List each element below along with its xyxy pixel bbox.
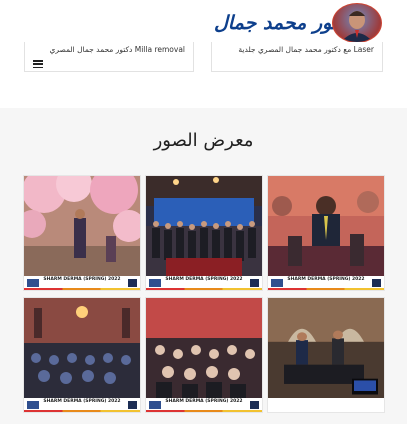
gallery-photo[interactable] bbox=[268, 298, 384, 412]
gallery-photo-caption-strip: SHARM DERMA (SPRING) 2022 bbox=[146, 276, 262, 290]
gallery-photo[interactable]: SHARM DERMA (SPRING) 2022 bbox=[24, 298, 140, 412]
gallery-photo-caption: SHARM DERMA (SPRING) 2022 bbox=[165, 277, 243, 282]
gallery-photo-caption: SHARM DERMA (SPRING) 2022 bbox=[287, 277, 365, 282]
post-card-title[interactable]: Laser مع دكتور محمد جمال المصري جلدية bbox=[238, 45, 374, 54]
gallery-photo-image bbox=[146, 298, 262, 398]
gallery-photo-image bbox=[146, 176, 262, 276]
caption-color-bar bbox=[24, 410, 140, 412]
post-cards: Milla removal دكتور محمد جمال المصري Las… bbox=[0, 42, 407, 78]
site-logo[interactable]: دكتور محمد جمال bbox=[214, 3, 382, 43]
caption-color-bar bbox=[24, 288, 140, 290]
menu-icon[interactable] bbox=[33, 60, 43, 69]
logo-avatar bbox=[332, 3, 382, 43]
sponsor-logo bbox=[128, 279, 137, 287]
gallery-photo-caption-strip: SHARM DERMA (SPRING) 2022 bbox=[268, 276, 384, 290]
post-card-title[interactable]: Milla removal دكتور محمد جمال المصري bbox=[49, 45, 185, 54]
gallery-photo[interactable]: SHARM DERMA (SPRING) 2022 bbox=[146, 176, 262, 290]
gallery-photo-caption: SHARM DERMA (SPRING) 2022 bbox=[43, 399, 121, 404]
gallery-photo-image bbox=[24, 298, 140, 398]
gallery-photo-image bbox=[268, 176, 384, 276]
gallery-title: معرض الصور bbox=[153, 130, 254, 151]
gallery-photo[interactable]: SHARM DERMA (SPRING) 2022 bbox=[24, 176, 140, 290]
gallery-photo-caption-strip: SHARM DERMA (SPRING) 2022 bbox=[24, 398, 140, 412]
sponsor-logo bbox=[250, 279, 259, 287]
sponsor-logo bbox=[372, 279, 381, 287]
caption-color-bar bbox=[146, 288, 262, 290]
sponsor-logo bbox=[250, 401, 259, 409]
caption-color-bar bbox=[146, 410, 262, 412]
gallery-photo[interactable]: SHARM DERMA (SPRING) 2022 bbox=[146, 298, 262, 412]
site-header: دكتور محمد جمال bbox=[0, 0, 407, 45]
gallery-photo-caption: SHARM DERMA (SPRING) 2022 bbox=[165, 399, 243, 404]
post-card[interactable]: Laser مع دكتور محمد جمال المصري جلدية bbox=[211, 42, 383, 72]
gallery-photo-caption-strip: SHARM DERMA (SPRING) 2022 bbox=[146, 398, 262, 412]
gallery-photo-caption-strip: SHARM DERMA (SPRING) 2022 bbox=[24, 276, 140, 290]
sponsor-logo bbox=[128, 401, 137, 409]
gallery-photo-caption: SHARM DERMA (SPRING) 2022 bbox=[43, 277, 121, 282]
logo-text: دكتور محمد جمال bbox=[214, 12, 356, 34]
caption-color-bar bbox=[268, 288, 384, 290]
gallery-photo-image bbox=[24, 176, 140, 276]
post-card[interactable]: Milla removal دكتور محمد جمال المصري bbox=[24, 42, 194, 72]
gallery-photo[interactable]: SHARM DERMA (SPRING) 2022 bbox=[268, 176, 384, 290]
gallery-photo-image bbox=[268, 298, 384, 398]
